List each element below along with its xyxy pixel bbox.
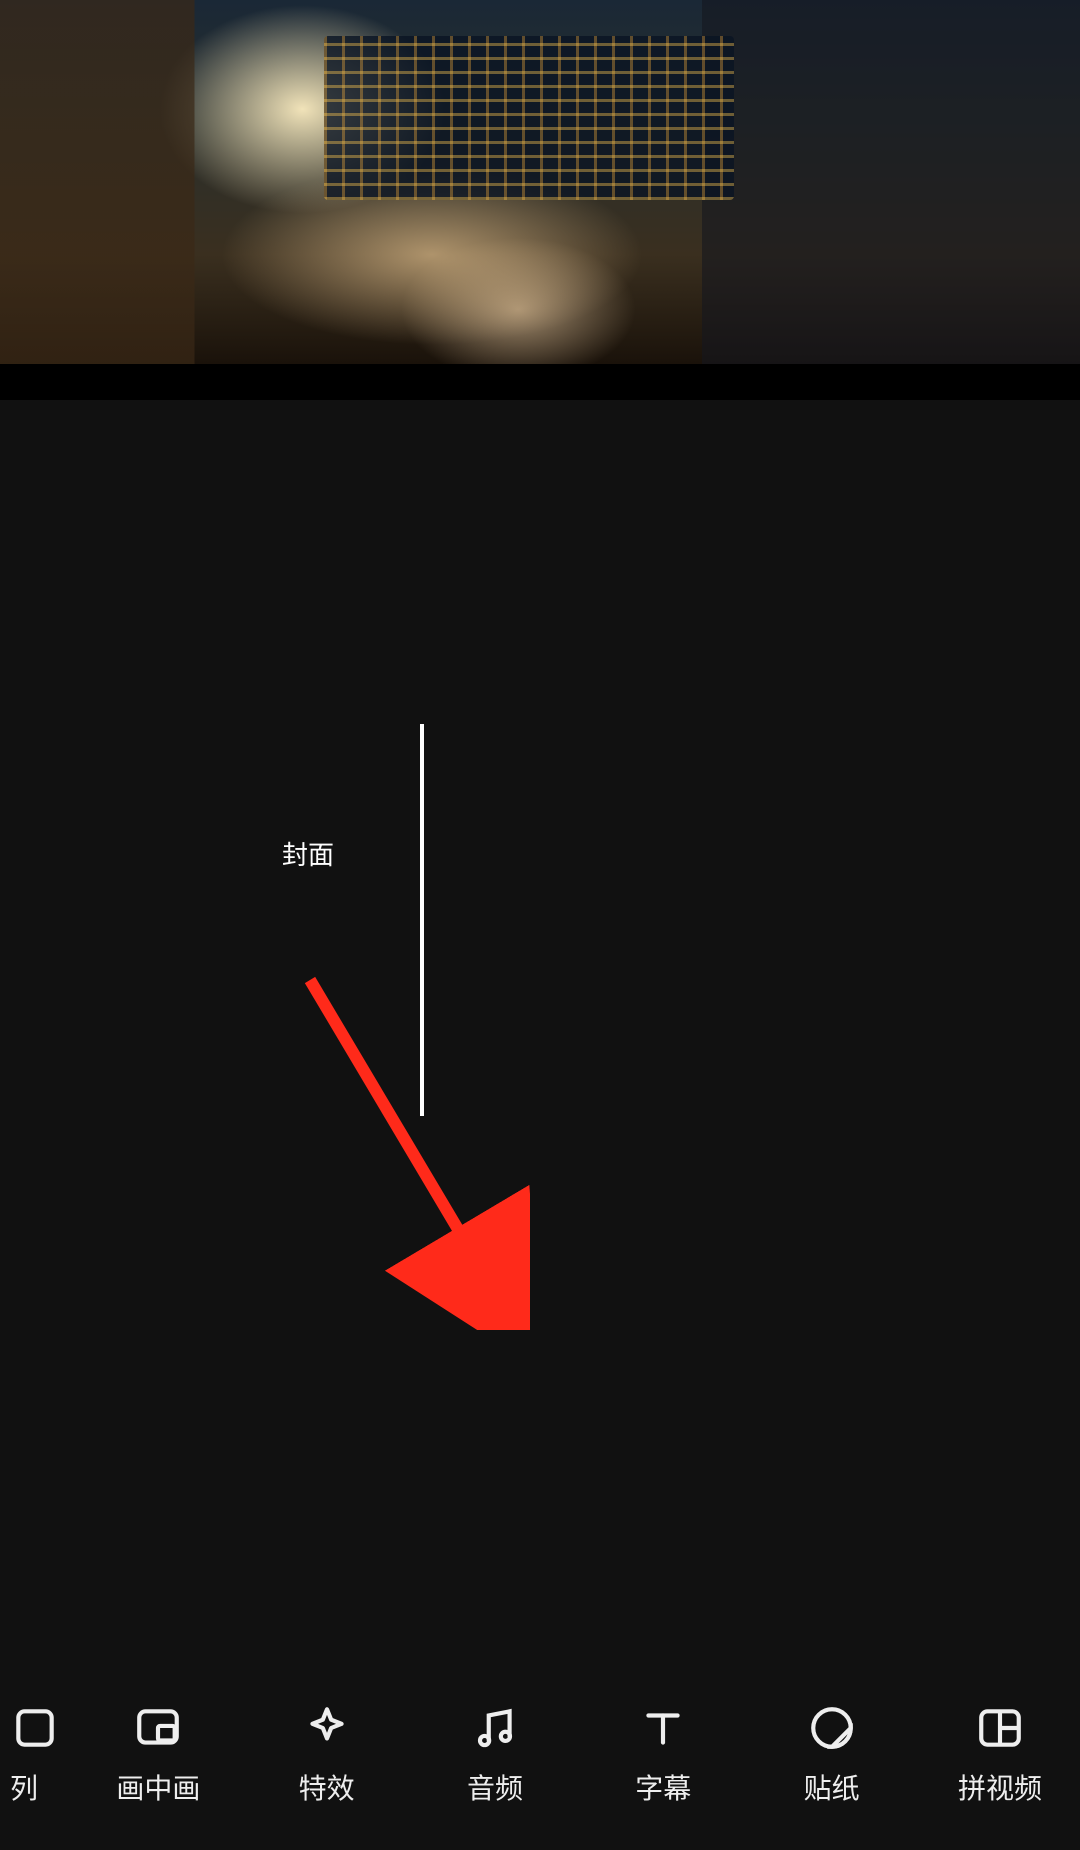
nav-label: 字幕 <box>635 1767 691 1807</box>
collage-icon <box>975 1703 1025 1753</box>
video-preview[interactable] <box>0 0 1080 414</box>
text-icon <box>638 1703 688 1753</box>
square-icon <box>10 1703 60 1753</box>
nav-label: 贴纸 <box>804 1767 860 1807</box>
nav-label: 拼视频 <box>958 1767 1042 1807</box>
nav-subtitle[interactable]: 字幕 <box>593 1703 733 1807</box>
bottom-toolbar: 列 画中画 特效 音频 字幕 贴纸 拼视频 <box>0 1660 1080 1850</box>
nav-pip[interactable]: 画中画 <box>88 1703 228 1807</box>
nav-audio[interactable]: 音频 <box>425 1703 565 1807</box>
nav-effects[interactable]: 特效 <box>257 1703 397 1807</box>
nav-collage[interactable]: 拼视频 <box>930 1703 1070 1807</box>
timeline-spacer <box>0 400 1080 1660</box>
sticker-icon <box>807 1703 857 1753</box>
video-frame <box>0 0 1080 364</box>
music-icon <box>470 1703 520 1753</box>
sparkle-icon <box>302 1703 352 1753</box>
playhead[interactable] <box>420 724 424 1116</box>
nav-label: 列 <box>10 1767 38 1807</box>
nav-sticker[interactable]: 贴纸 <box>762 1703 902 1807</box>
nav-label: 画中画 <box>116 1767 200 1807</box>
nav-label: 特效 <box>299 1767 355 1807</box>
nav-item-partial[interactable]: 列 <box>10 1703 60 1807</box>
pip-icon <box>133 1703 183 1753</box>
nav-label: 音频 <box>467 1767 523 1807</box>
cover-label: 封面 <box>282 835 334 882</box>
